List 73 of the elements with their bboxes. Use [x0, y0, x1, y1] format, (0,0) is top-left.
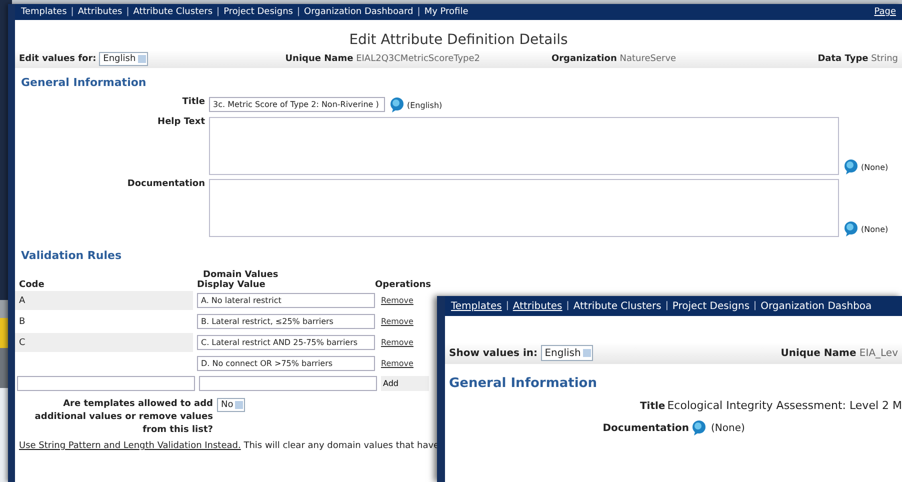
- field-value: NatureServe: [620, 54, 676, 64]
- language-note: (English): [407, 100, 442, 110]
- field-label: Unique Name: [285, 54, 354, 64]
- language-note: (None): [861, 224, 888, 234]
- remove-link[interactable]: Remove: [381, 317, 414, 326]
- nav-link[interactable]: Attributes: [78, 7, 122, 17]
- field-value: EIA_Lev: [859, 348, 898, 358]
- add-button[interactable]: Add: [381, 376, 428, 390]
- nav-link[interactable]: Templates: [21, 7, 67, 17]
- nav-link[interactable]: Project Designs: [224, 7, 293, 17]
- title-field[interactable]: 3c. Metric Score of Type 2: Non-Riverine ): [209, 97, 385, 112]
- section-heading: Validation Rules: [20, 248, 122, 264]
- display-value-field[interactable]: C. Lateral restrict AND 25-75% barriers: [197, 335, 375, 350]
- code-cell-text: B: [18, 316, 26, 328]
- validation-link[interactable]: Use String Pattern and Length Validation Instead.: [19, 441, 241, 451]
- help-bubble-icon[interactable]: [843, 221, 859, 237]
- nav-separator: |: [70, 7, 74, 17]
- field-label: Help Text: [156, 117, 206, 127]
- field-label: Title: [181, 97, 206, 107]
- help-bubble-icon[interactable]: [389, 97, 405, 113]
- answer-dropdown[interactable]: No: [217, 398, 246, 412]
- help-bubble-icon[interactable]: [843, 159, 859, 175]
- question-label: Are templates allowed to add additional values or remove values from this list?: [34, 398, 213, 437]
- display-value-field[interactable]: A. No lateral restrict: [197, 293, 375, 308]
- field-value: Ecological Integrity Assessment: Level 2 M: [667, 399, 902, 412]
- column-group-heading: Domain Values: [202, 270, 280, 280]
- remove-link[interactable]: Remove: [381, 296, 414, 305]
- nav-separator: |: [297, 7, 300, 17]
- display-value-field[interactable]: [199, 376, 377, 390]
- column-header: Code: [18, 280, 46, 290]
- field-value: String: [871, 54, 898, 64]
- nav-separator: |: [417, 7, 420, 17]
- nav-link[interactable]: Templates: [451, 300, 502, 312]
- remove-link[interactable]: Remove: [381, 338, 414, 347]
- nav-separator: |: [506, 301, 509, 311]
- nav-separator: |: [566, 301, 570, 311]
- nav-link[interactable]: Attributes: [512, 300, 562, 312]
- column-header: Display Value: [197, 280, 266, 290]
- field-label: Data Type: [818, 54, 868, 64]
- field-label: Edit values for:: [19, 54, 96, 64]
- code-cell: A: [15, 291, 193, 310]
- field-label: Organization: [551, 54, 617, 64]
- page-title: Edit Attribute Definition Details: [348, 31, 569, 50]
- language-note: (None): [711, 422, 745, 434]
- nav-link[interactable]: Organization Dashboa: [760, 300, 872, 312]
- code-cell: C: [15, 333, 193, 352]
- remove-link[interactable]: Remove: [381, 359, 414, 368]
- help-bubble-icon[interactable]: [691, 420, 707, 436]
- nav-separator: |: [665, 301, 668, 311]
- column-header: Operations: [375, 280, 432, 290]
- nav-separator: |: [754, 301, 757, 311]
- nav-separator: |: [216, 7, 220, 17]
- section-heading: General Information: [20, 75, 148, 91]
- field-label: Documentation: [602, 422, 690, 434]
- nav-link[interactable]: Organization Dashboard: [304, 7, 414, 17]
- field-label: Title: [638, 401, 666, 412]
- field-label: Unique Name: [780, 348, 856, 358]
- display-value-field[interactable]: B. Lateral restrict, ≤25% barriers: [197, 314, 375, 329]
- field-label: Documentation: [126, 179, 206, 189]
- nav-separator: |: [126, 7, 130, 17]
- display-value-field[interactable]: D. No connect OR >75% barriers: [197, 356, 375, 371]
- language-dropdown[interactable]: English: [540, 345, 593, 361]
- language-note: (None): [861, 162, 888, 172]
- field-value: EIAL2Q3CMetricScoreType2: [356, 54, 480, 64]
- language-dropdown[interactable]: English: [99, 52, 148, 66]
- code-field[interactable]: [17, 376, 195, 390]
- nav-link[interactable]: Page: [874, 7, 896, 17]
- field-label: Show values in:: [449, 348, 538, 358]
- section-heading: General Information: [448, 375, 598, 393]
- nav-link[interactable]: Attribute Clusters: [573, 300, 662, 312]
- nav-link[interactable]: My Profile: [424, 7, 468, 17]
- nav-link[interactable]: Attribute Clusters: [133, 7, 213, 17]
- nav-link[interactable]: Project Designs: [672, 300, 750, 312]
